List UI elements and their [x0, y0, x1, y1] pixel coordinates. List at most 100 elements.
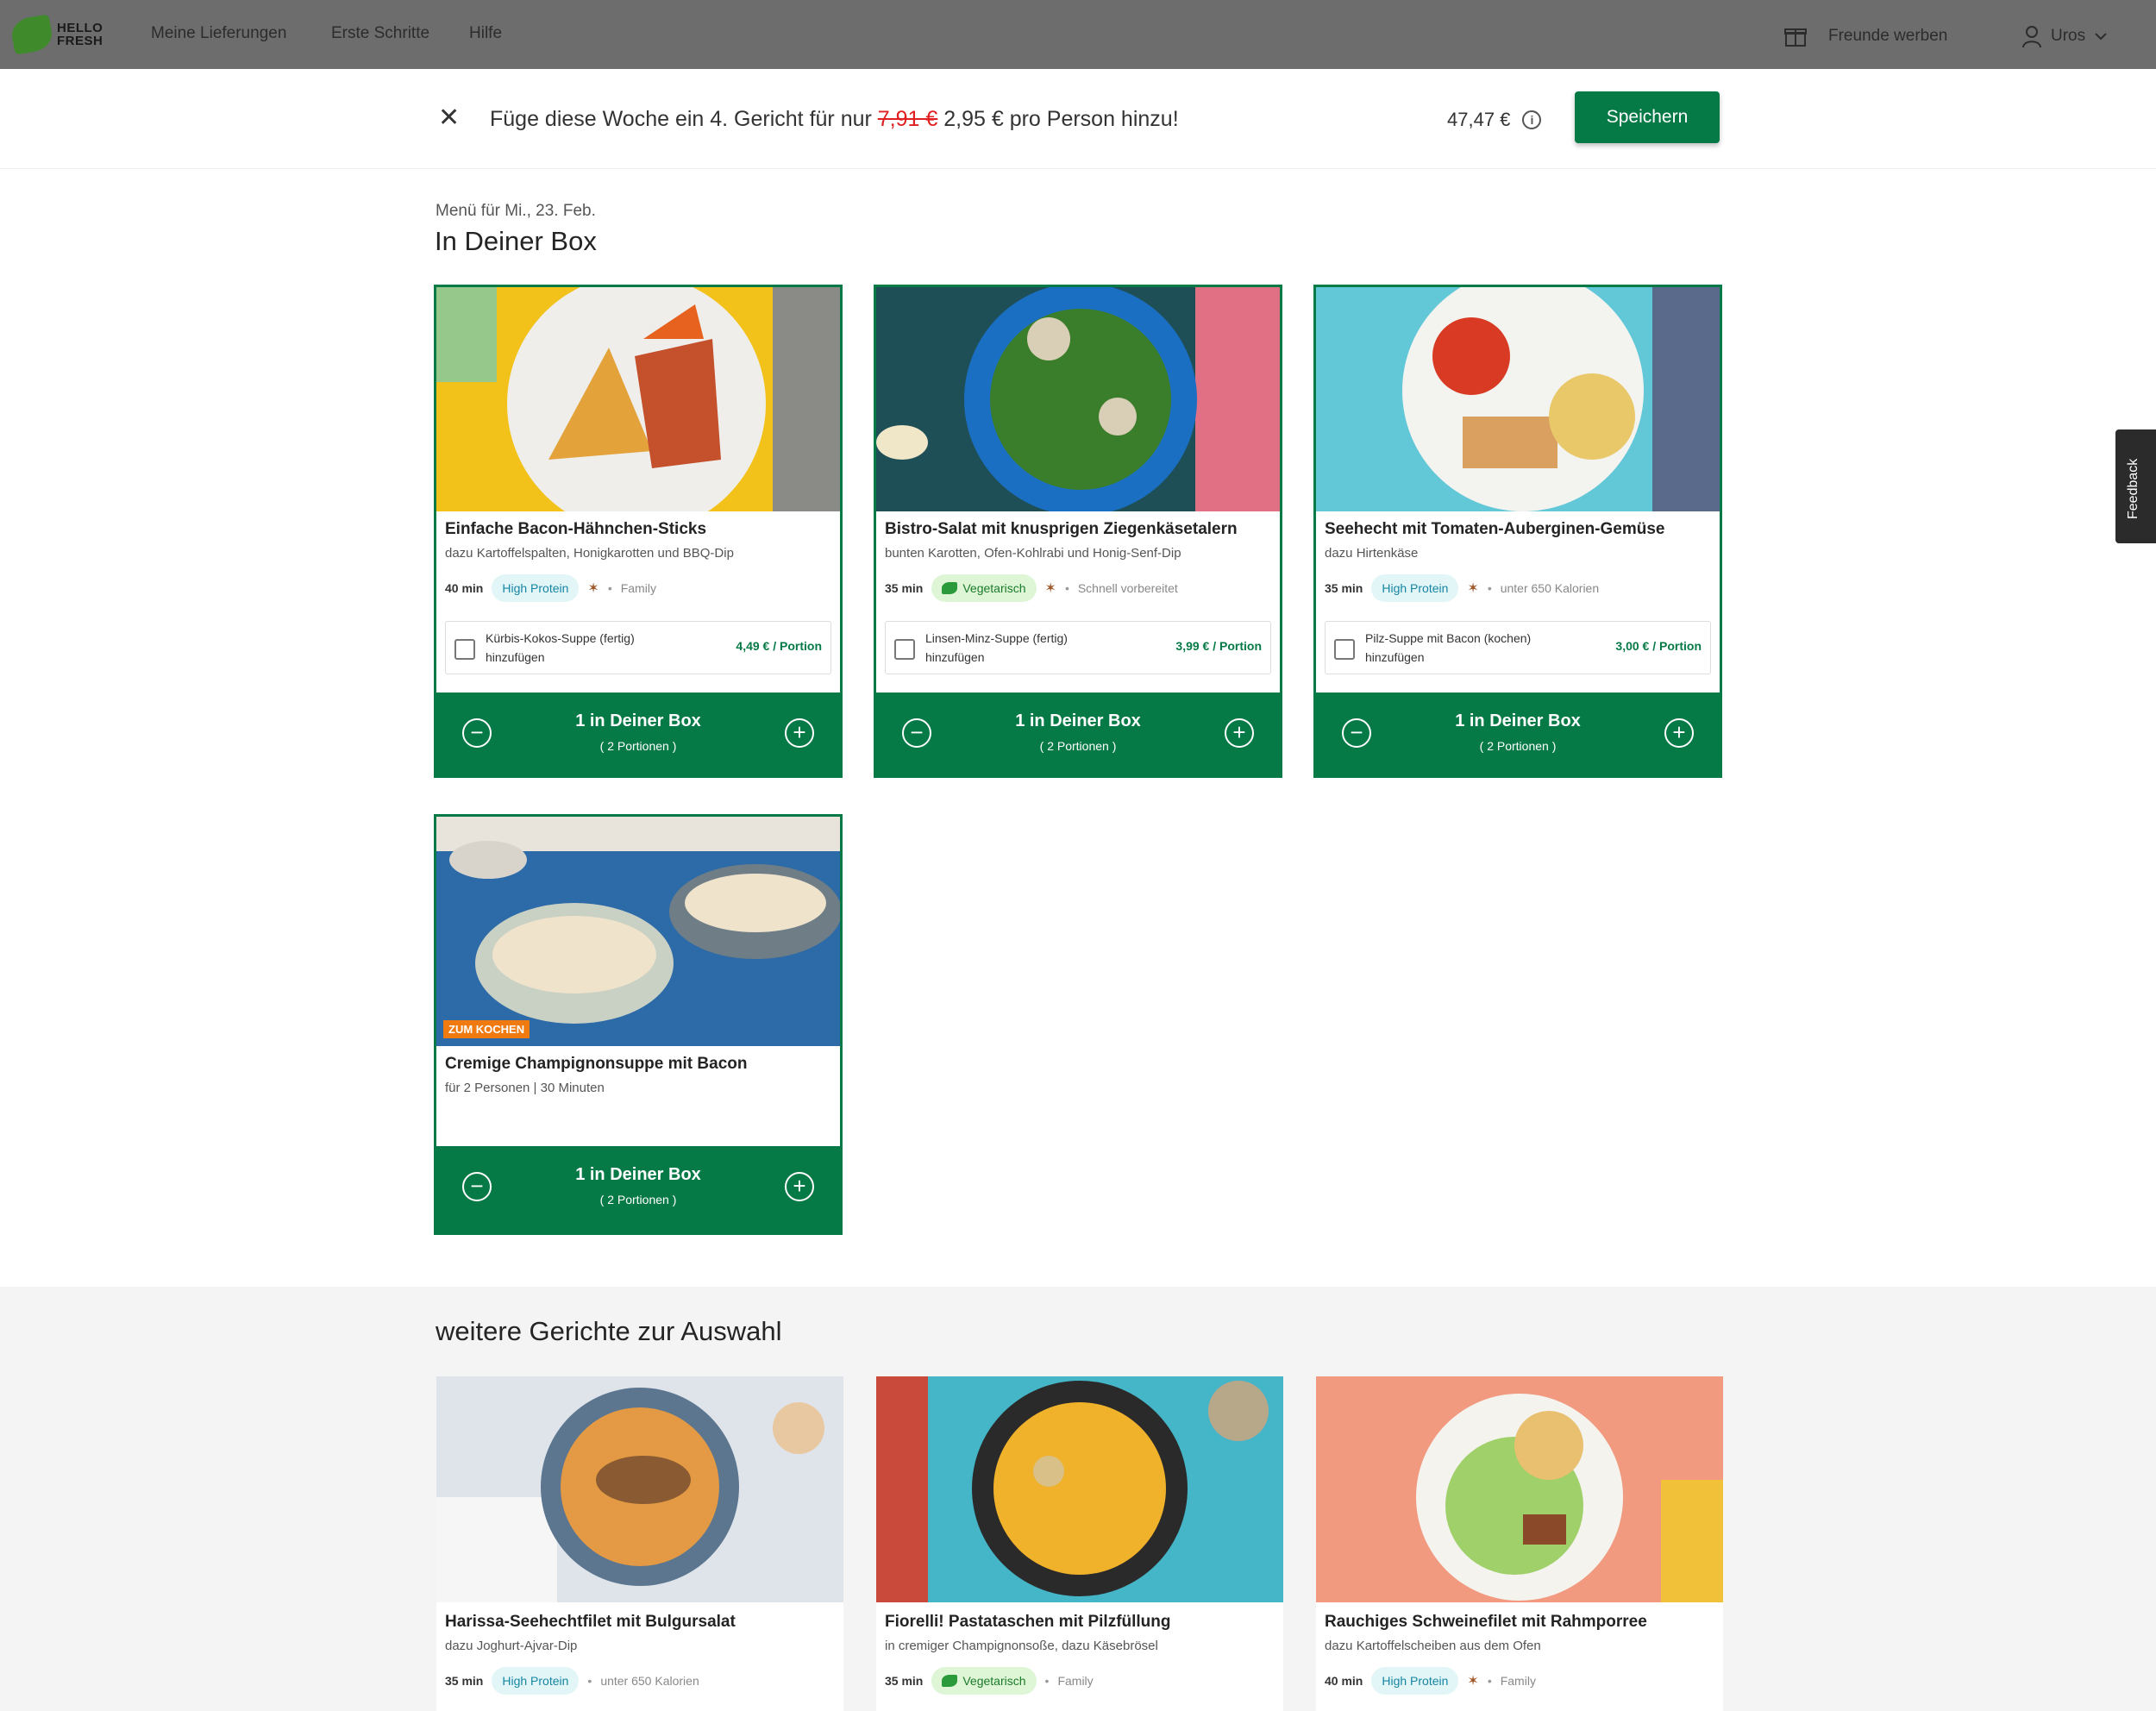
recipe-subtitle: dazu Hirtenkäse — [1325, 546, 1419, 561]
recipe-image[interactable] — [1316, 1376, 1723, 1602]
tag-extra: unter 650 Kalorien — [600, 1674, 699, 1688]
addon-option[interactable]: Kürbis-Kokos-Suppe (fertig) hinzufügen 4… — [445, 621, 831, 674]
tag-vegetarian: Vegetarisch — [931, 1667, 1037, 1695]
separator-dot: • — [1064, 581, 1069, 595]
portion-count: ( 2 Portionen ) — [1479, 739, 1557, 753]
recipe-card[interactable]: Fiorelli! Pastataschen mit Pilzfüllung i… — [876, 1376, 1283, 1711]
box-count: 1 in Deiner Box — [1015, 711, 1141, 730]
leaf-icon — [942, 1675, 958, 1687]
tag-extra: Family — [1500, 1674, 1536, 1688]
cook-time: 40 min — [445, 581, 484, 595]
user-name: Uros — [2051, 27, 2086, 45]
addon-label: Linsen-Minz-Suppe (fertig) hinzufügen — [925, 631, 1068, 664]
recipe-card[interactable]: Rauchiges Schweinefilet mit Rahmporree d… — [1316, 1376, 1723, 1711]
nav-link-getting-started[interactable]: Erste Schritte — [331, 24, 429, 43]
tag-high-protein: High Protein — [492, 574, 580, 602]
recipe-card[interactable]: Harissa-Seehechtfilet mit Bulgursalat da… — [436, 1376, 843, 1711]
nav-link-help[interactable]: Hilfe — [469, 24, 502, 43]
user-menu[interactable]: Uros — [2021, 24, 2108, 48]
addon-option[interactable]: Pilz-Suppe mit Bacon (kochen) hinzufügen… — [1325, 621, 1711, 674]
top-navigation: HELLO FRESH Meine Lieferungen Erste Schr… — [0, 0, 2156, 69]
cook-time: 35 min — [885, 581, 924, 595]
tag-extra: Family — [1057, 1674, 1094, 1688]
portion-count: ( 2 Portionen ) — [599, 1193, 677, 1206]
recipe-subtitle: dazu Kartoffelspalten, Honigkarotten und… — [445, 546, 734, 561]
soup-card[interactable]: ZUM KOCHEN Cremige Champignonsuppe mit B… — [434, 814, 843, 1235]
recipe-title[interactable]: Bistro-Salat mit knusprigen Ziegenkäseta… — [885, 520, 1271, 539]
recipe-image[interactable] — [876, 1376, 1283, 1602]
recipe-card[interactable]: Einfache Bacon-Hähnchen-Sticks dazu Kart… — [434, 285, 843, 778]
recipe-tags: 35 min High Protein ✶ • unter 650 Kalori… — [1325, 574, 1711, 602]
dish-icon — [436, 287, 840, 511]
recipe-subtitle: dazu Joghurt-Ajvar-Dip — [445, 1639, 578, 1653]
separator-dot: • — [1487, 581, 1492, 595]
refer-friends-link[interactable]: Freunde werben — [1783, 24, 1947, 48]
recipe-image[interactable]: ZUM KOCHEN — [436, 817, 840, 1046]
recipe-title[interactable]: Seehecht mit Tomaten-Auberginen-Gemüse — [1325, 520, 1711, 539]
refer-friends-label: Freunde werben — [1828, 27, 1948, 45]
box-count: 1 in Deiner Box — [575, 1165, 701, 1184]
addon-checkbox[interactable] — [1334, 639, 1355, 660]
recipe-title[interactable]: Harissa-Seehechtfilet mit Bulgursalat — [445, 1613, 835, 1632]
tag-vegetarian: Vegetarisch — [931, 574, 1037, 602]
tag-extra: Schnell vorbereitet — [1077, 581, 1178, 595]
logo-text: HELLO FRESH — [57, 21, 103, 48]
feedback-tab[interactable]: Feedback — [2115, 429, 2156, 543]
recipe-image[interactable] — [436, 1376, 843, 1602]
leaf-icon — [942, 582, 958, 594]
plus-icon[interactable]: + — [785, 1172, 814, 1201]
plus-icon[interactable]: + — [1664, 718, 1694, 748]
addon-checkbox[interactable] — [894, 639, 915, 660]
tag-extra: unter 650 Kalorien — [1500, 581, 1600, 595]
recipe-card[interactable]: Bistro-Salat mit knusprigen Ziegenkäseta… — [874, 285, 1282, 778]
recipe-subtitle: in cremiger Champignonsoße, dazu Käsebrö… — [885, 1639, 1158, 1653]
save-button[interactable]: Speichern — [1575, 91, 1720, 143]
cook-time: 35 min — [885, 1674, 924, 1688]
hellofresh-logo[interactable]: HELLO FRESH — [9, 14, 126, 55]
logo-leaf-icon — [9, 14, 55, 55]
info-icon[interactable]: i — [1522, 110, 1542, 129]
dish-icon — [876, 1376, 1283, 1602]
nav-link-deliveries[interactable]: Meine Lieferungen — [151, 24, 286, 43]
recipe-title[interactable]: Cremige Champignonsuppe mit Bacon — [445, 1055, 831, 1074]
recipe-image[interactable] — [876, 287, 1280, 511]
recipe-card[interactable]: Seehecht mit Tomaten-Auberginen-Gemüse d… — [1313, 285, 1722, 778]
quantity-bar: − 1 in Deiner Box ( 2 Portionen ) + — [436, 1146, 840, 1232]
recipe-tags: 40 min High Protein ✶ • Family — [445, 574, 831, 602]
addon-option[interactable]: Linsen-Minz-Suppe (fertig) hinzufügen 3,… — [885, 621, 1271, 674]
recipe-title[interactable]: Rauchiges Schweinefilet mit Rahmporree — [1325, 1613, 1714, 1632]
dish-icon — [876, 287, 1280, 511]
recipe-image[interactable] — [1316, 287, 1720, 511]
menu-date: Menü für Mi., 23. Feb. — [436, 202, 596, 220]
recipe-title[interactable]: Einfache Bacon-Hähnchen-Sticks — [445, 520, 831, 539]
plus-icon[interactable]: + — [1225, 718, 1254, 748]
recipe-image[interactable] — [436, 287, 840, 511]
cook-badge: ZUM KOCHEN — [443, 1020, 530, 1038]
close-icon[interactable]: ✕ — [438, 105, 460, 131]
chevron-down-icon — [2095, 33, 2107, 41]
chef-icon: ✶ — [587, 581, 599, 596]
addon-label: Pilz-Suppe mit Bacon (kochen) hinzufügen — [1365, 631, 1532, 664]
separator-dot: • — [1487, 1674, 1492, 1688]
tag-high-protein: High Protein — [1371, 1667, 1459, 1695]
upsell-message: Füge diese Woche ein 4. Gericht für nur … — [490, 107, 1179, 131]
addon-checkbox[interactable] — [454, 639, 475, 660]
cook-time: 35 min — [445, 1674, 484, 1688]
recipe-tags: 35 min High Protein • unter 650 Kalorien — [445, 1667, 835, 1695]
recipe-tags: 35 min Vegetarisch ✶ • Schnell vorbereit… — [885, 574, 1271, 602]
total-price: 47,47 € — [1447, 109, 1511, 130]
recipe-subtitle: für 2 Personen | 30 Minuten — [445, 1081, 605, 1095]
user-icon — [2022, 26, 2041, 48]
recipe-tags: 35 min Vegetarisch • Family — [885, 1667, 1275, 1695]
quantity-bar: − 1 in Deiner Box ( 2 Portionen ) + — [1316, 693, 1720, 775]
recipe-title[interactable]: Fiorelli! Pastataschen mit Pilzfüllung — [885, 1613, 1275, 1632]
quantity-bar: − 1 in Deiner Box ( 2 Portionen ) + — [876, 693, 1280, 775]
order-total: 47,47 € i — [1447, 109, 1542, 131]
plus-icon[interactable]: + — [785, 718, 814, 748]
dish-icon — [1316, 287, 1720, 511]
feedback-label: Feedback — [2126, 458, 2140, 519]
portion-count: ( 2 Portionen ) — [599, 739, 677, 753]
portion-count: ( 2 Portionen ) — [1039, 739, 1117, 753]
gift-icon — [1784, 28, 1807, 47]
recipe-subtitle: bunten Karotten, Ofen-Kohlrabi und Honig… — [885, 546, 1181, 561]
